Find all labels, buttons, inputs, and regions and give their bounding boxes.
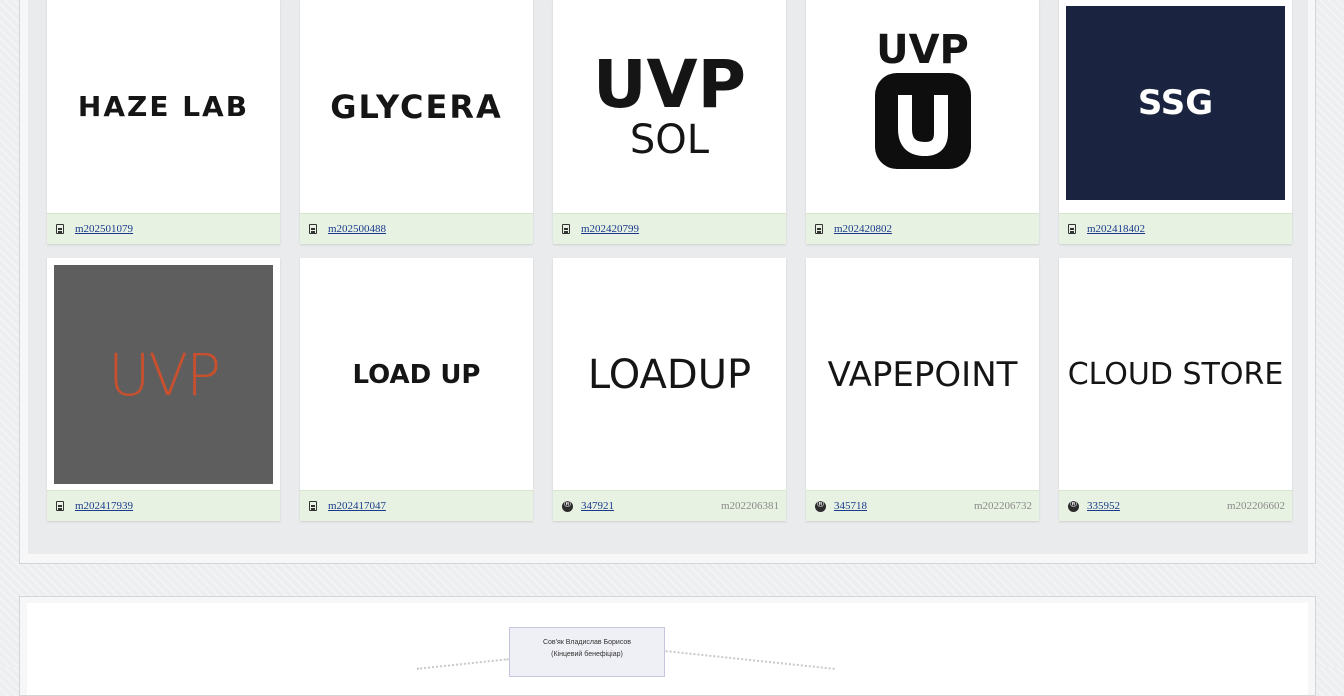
trademark-logo: UVP SOL <box>592 45 747 163</box>
card-meta: 335952 m202206602 <box>1059 490 1292 521</box>
registration-number-link[interactable]: 345718 <box>834 500 867 512</box>
uvp-u-mark-icon <box>874 73 971 169</box>
trademark-logo: GLYCERA <box>330 87 503 126</box>
card-meta: m202420799 <box>553 213 786 244</box>
document-icon <box>309 224 317 234</box>
registration-number-link[interactable]: 335952 <box>1087 500 1120 512</box>
registered-icon <box>1068 500 1079 512</box>
application-number: m202206602 <box>1226 500 1285 512</box>
application-number-link[interactable]: m202417939 <box>75 500 133 512</box>
trademark-card[interactable]: UVP SOL m202420799 <box>553 0 786 244</box>
document-icon <box>815 224 823 234</box>
trademark-logo: CLOUD STORE <box>1067 357 1284 392</box>
trademark-card[interactable]: VAPEPOINT 345718 m202206732 <box>806 258 1039 521</box>
document-icon <box>56 501 64 511</box>
trademark-logo: UVP <box>47 258 280 491</box>
trademark-card[interactable]: UVP m202417939 <box>47 258 280 521</box>
document-icon <box>1068 224 1076 234</box>
trademark-logo: SSG <box>1059 0 1292 207</box>
trademark-results-panel: HAZE LAB m202501079 GLYCERA m202500488 U… <box>19 0 1316 564</box>
application-number: m202206732 <box>973 500 1032 512</box>
application-number: m202206381 <box>720 500 779 512</box>
trademark-card[interactable]: SSG m202418402 <box>1059 0 1292 244</box>
trademark-card[interactable]: GLYCERA m202500488 <box>300 0 533 244</box>
application-number-link[interactable]: m202417047 <box>328 500 386 512</box>
card-meta: m202417047 <box>300 490 533 521</box>
node-role: (Кінцевий бенефіціар) <box>551 651 623 658</box>
document-icon <box>309 501 317 511</box>
ownership-diagram-panel: Сов'як Владислав Борисов (Кінцевий бенеф… <box>19 596 1316 696</box>
trademark-card[interactable]: HAZE LAB m202501079 <box>47 0 280 244</box>
trademark-card[interactable]: CLOUD STORE 335952 m202206602 <box>1059 258 1292 521</box>
application-number-link[interactable]: m202420802 <box>834 223 892 235</box>
card-meta: m202418402 <box>1059 213 1292 244</box>
application-number-link[interactable]: m202418402 <box>1087 223 1145 235</box>
trademark-card[interactable]: LOADUP 347921 m202206381 <box>553 258 786 521</box>
diagram-edge <box>665 650 835 672</box>
node-name: Сов'як Владислав Борисов <box>542 639 632 646</box>
registration-number-link[interactable]: 347921 <box>581 500 614 512</box>
beneficiary-node[interactable]: Сов'як Владислав Борисов (Кінцевий бенеф… <box>509 627 665 677</box>
application-number-link[interactable]: m202420799 <box>581 223 639 235</box>
card-meta: m202417939 <box>47 490 280 521</box>
diagram-edge <box>417 658 509 672</box>
registered-icon <box>562 500 573 512</box>
card-meta: 347921 m202206381 <box>553 490 786 521</box>
application-number-link[interactable]: m202501079 <box>75 223 133 235</box>
application-number-link[interactable]: m202500488 <box>328 223 386 235</box>
trademark-card[interactable]: UVP m202420802 <box>806 0 1039 244</box>
card-meta: m202501079 <box>47 213 280 244</box>
card-meta: 345718 m202206732 <box>806 490 1039 521</box>
ownership-diagram: Сов'як Владислав Борисов (Кінцевий бенеф… <box>27 603 1308 695</box>
card-meta: m202500488 <box>300 213 533 244</box>
card-meta: m202420802 <box>806 213 1039 244</box>
trademark-logo: UVP <box>806 0 1039 214</box>
document-icon <box>562 224 570 234</box>
uvp-logo-box: UVP <box>54 265 273 484</box>
ssg-logo-box: SSG <box>1066 6 1285 200</box>
trademark-logo: VAPEPOINT <box>827 354 1018 395</box>
document-icon <box>56 224 64 234</box>
trademark-logo: HAZE LAB <box>77 90 250 123</box>
registered-icon <box>815 500 826 512</box>
trademark-logo: LOAD UP <box>352 359 481 390</box>
trademark-logo: LOADUP <box>587 351 752 398</box>
trademark-grid: HAZE LAB m202501079 GLYCERA m202500488 U… <box>28 0 1308 554</box>
trademark-card[interactable]: LOAD UP m202417047 <box>300 258 533 521</box>
